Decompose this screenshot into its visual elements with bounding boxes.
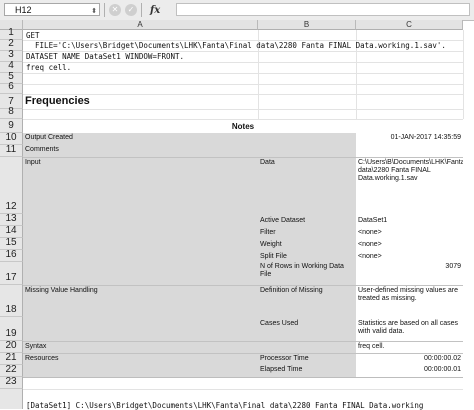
notes-title[interactable]: Notes [23, 119, 463, 133]
notes-cases-used-label[interactable]: Cases Used [258, 317, 356, 341]
function-icon[interactable]: fx [150, 5, 160, 16]
confirm-icon[interactable]: ✓ [125, 4, 137, 16]
notes-n-rows-value[interactable]: 3079 [356, 262, 463, 285]
formula-controls: ✕ ✓ fx [104, 3, 160, 17]
row-header[interactable]: 9 [0, 119, 23, 133]
notes-syntax-label[interactable]: Syntax [23, 341, 356, 353]
notes-split-file-label[interactable]: Split File [258, 250, 356, 262]
notes-elapsed-time-label[interactable]: Elapsed Time [258, 365, 356, 377]
cancel-icon[interactable]: ✕ [109, 4, 121, 16]
notes-missing-label[interactable]: Missing Value Handling [23, 285, 258, 341]
notes-syntax-value[interactable]: freq cell. [356, 341, 463, 353]
column-header-a[interactable]: A [23, 20, 258, 30]
gridline [23, 389, 463, 390]
syntax-line-file[interactable]: FILE='C:\Users\Bridget\Documents\LHK\Fan… [23, 40, 474, 51]
row-header[interactable]: 11 [0, 144, 23, 157]
row-header[interactable]: 23 [0, 376, 23, 389]
formula-input[interactable] [176, 3, 470, 16]
row-header[interactable]: 8 [0, 106, 23, 119]
column-header-c[interactable]: C [356, 20, 463, 30]
notes-filter-label[interactable]: Filter [258, 226, 356, 238]
notes-comments-label[interactable]: Comments [23, 145, 356, 157]
formula-bar: H12 ⬍ ✕ ✓ fx [0, 0, 474, 21]
row-header[interactable]: 12 [0, 157, 23, 214]
notes-output-created-label[interactable]: Output Created [23, 133, 356, 145]
notes-n-rows-label[interactable]: N of Rows in Working Data File [258, 262, 356, 285]
column-header-b[interactable]: B [258, 20, 356, 30]
notes-processor-time-value[interactable]: 00:00:00.02 [356, 353, 463, 365]
notes-active-dataset-value[interactable]: DataSet1 [356, 214, 463, 226]
row-header[interactable]: 16 [0, 249, 23, 262]
notes-elapsed-time-value[interactable]: 00:00:00.01 [356, 365, 463, 377]
stepper-icon[interactable]: ⬍ [91, 5, 97, 18]
syntax-line-get[interactable]: GET [23, 30, 474, 40]
row-header[interactable]: 19 [0, 317, 23, 341]
notes-comments-value[interactable] [356, 145, 463, 157]
notes-def-missing-label[interactable]: Definition of Missing [258, 285, 356, 317]
notes-active-dataset-label[interactable]: Active Dataset [258, 214, 356, 226]
notes-output-created-value[interactable]: 01-JAN-2017 14:35:59 [356, 133, 463, 145]
notes-weight-label[interactable]: Weight [258, 238, 356, 250]
notes-data-label[interactable]: Data [258, 157, 356, 214]
divider [104, 3, 105, 17]
notes-data-value[interactable]: C:\Users\B\Documents\LHK\Fanta\Final dat… [356, 157, 463, 214]
gridline [23, 73, 463, 74]
divider [141, 3, 142, 17]
notes-split-file-value[interactable]: <none> [356, 250, 463, 262]
notes-input-label[interactable]: Input [23, 157, 258, 285]
syntax-line-dataset[interactable]: DATASET NAME DataSet1 WINDOW=FRONT. [23, 51, 474, 62]
row-header[interactable]: 18 [0, 285, 23, 317]
notes-processor-time-label[interactable]: Processor Time [258, 353, 356, 365]
table-bottom-border [23, 377, 463, 378]
notes-filter-value[interactable]: <none> [356, 226, 463, 238]
notes-cases-used-value[interactable]: Statistics are based on all cases with v… [356, 317, 463, 341]
name-box[interactable]: H12 ⬍ [4, 3, 100, 16]
frequencies-title[interactable]: Frequencies [23, 94, 258, 109]
row-header[interactable]: 6 [0, 81, 23, 94]
notes-resources-label[interactable]: Resources [23, 353, 258, 377]
row-header[interactable]: 17 [0, 262, 23, 285]
gridline [23, 84, 463, 85]
syntax-line-freq[interactable]: freq cell. [23, 62, 474, 73]
cell-reference: H12 [15, 5, 32, 15]
row-header[interactable] [0, 389, 23, 409]
notes-weight-value[interactable]: <none> [356, 238, 463, 250]
notes-def-missing-value[interactable]: User-defined missing values are treated … [356, 285, 463, 317]
gridline [23, 109, 463, 110]
